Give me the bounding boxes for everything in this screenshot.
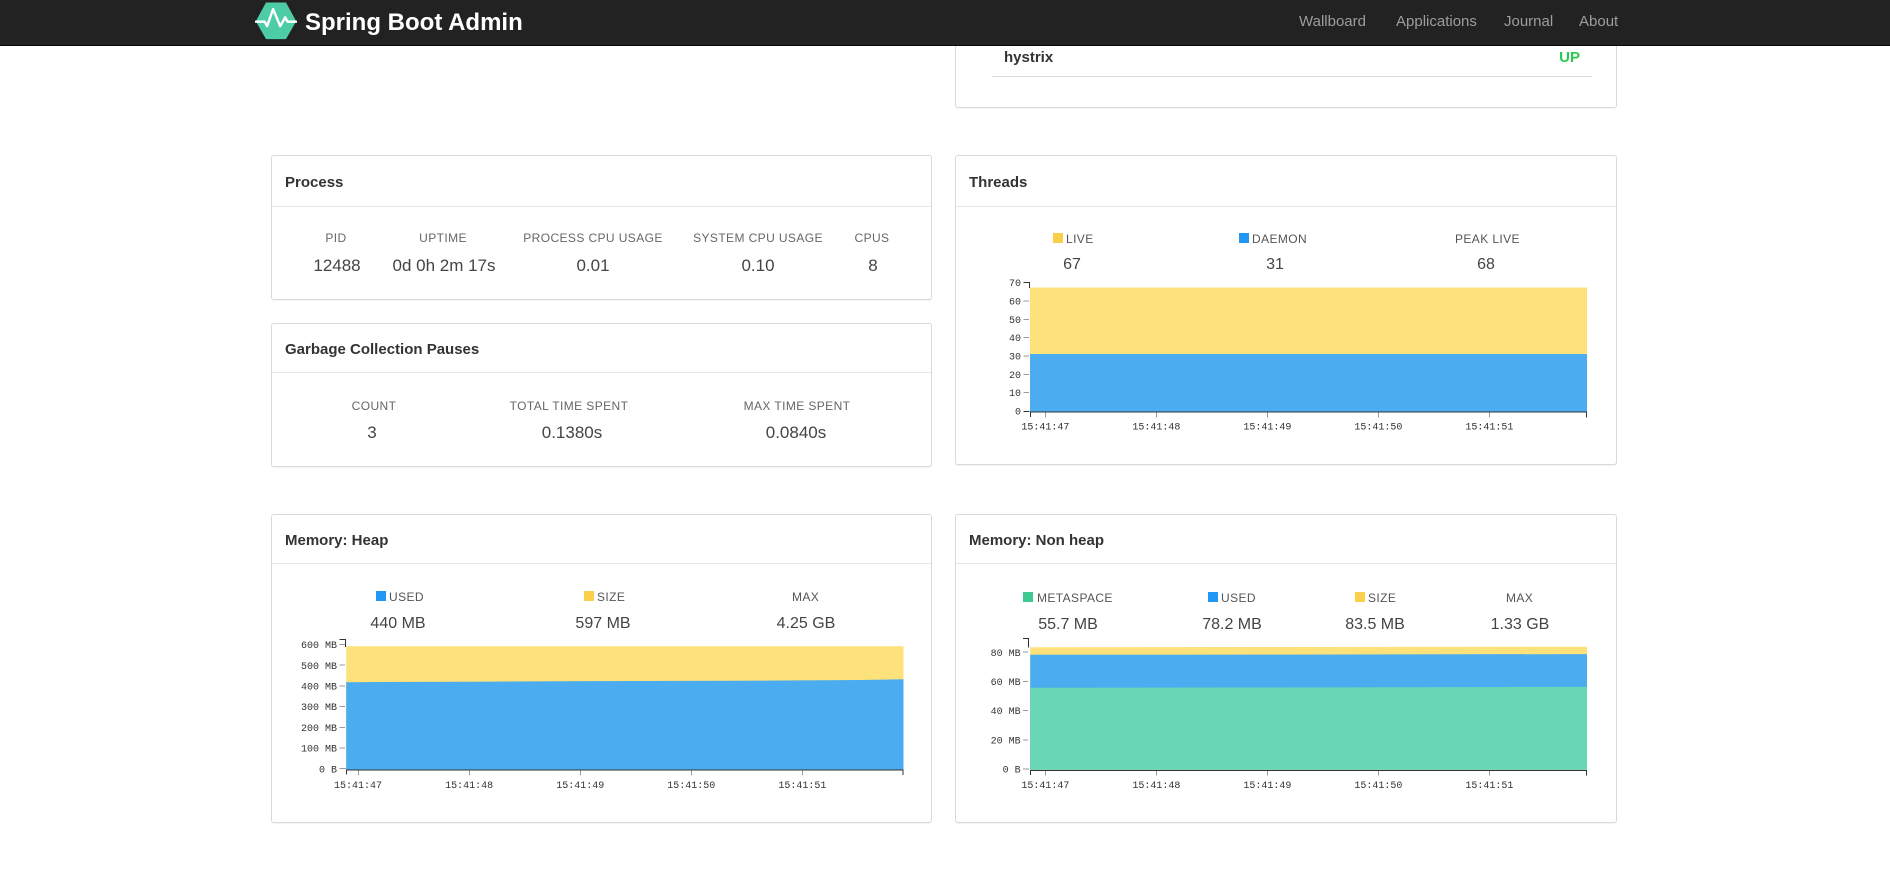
svg-text:300 MB: 300 MB — [301, 703, 337, 714]
svg-text:100 MB: 100 MB — [301, 745, 337, 756]
svg-text:60 MB: 60 MB — [991, 678, 1021, 689]
svg-text:15:41:50: 15:41:50 — [667, 781, 715, 792]
svg-text:30: 30 — [1009, 352, 1021, 363]
svg-text:400 MB: 400 MB — [301, 683, 337, 694]
svg-text:40: 40 — [1009, 334, 1021, 345]
svg-text:50: 50 — [1009, 316, 1021, 327]
svg-text:15:41:47: 15:41:47 — [1021, 781, 1069, 792]
svg-text:20 MB: 20 MB — [991, 736, 1021, 747]
svg-text:15:41:49: 15:41:49 — [556, 781, 604, 792]
svg-text:500 MB: 500 MB — [301, 662, 337, 673]
svg-text:15:41:49: 15:41:49 — [1243, 423, 1291, 434]
svg-text:15:41:50: 15:41:50 — [1354, 781, 1402, 792]
svg-text:15:41:47: 15:41:47 — [1021, 423, 1069, 434]
svg-text:15:41:49: 15:41:49 — [1243, 781, 1291, 792]
svg-text:0 B: 0 B — [1003, 766, 1021, 777]
svg-text:15:41:48: 15:41:48 — [445, 781, 493, 792]
svg-text:0 B: 0 B — [319, 765, 337, 776]
svg-text:15:41:48: 15:41:48 — [1132, 781, 1180, 792]
svg-text:20: 20 — [1009, 371, 1021, 382]
svg-text:15:41:47: 15:41:47 — [334, 781, 382, 792]
svg-text:200 MB: 200 MB — [301, 724, 337, 735]
svg-text:0: 0 — [1015, 407, 1021, 418]
svg-text:600 MB: 600 MB — [301, 641, 337, 652]
svg-text:15:41:48: 15:41:48 — [1132, 423, 1180, 434]
svg-text:10: 10 — [1009, 389, 1021, 400]
svg-text:70: 70 — [1009, 279, 1021, 290]
svg-text:15:41:50: 15:41:50 — [1354, 423, 1402, 434]
svg-text:15:41:51: 15:41:51 — [778, 781, 826, 792]
svg-text:60: 60 — [1009, 297, 1021, 308]
svg-text:15:41:51: 15:41:51 — [1465, 781, 1513, 792]
svg-text:80 MB: 80 MB — [991, 649, 1021, 660]
svg-text:15:41:51: 15:41:51 — [1465, 423, 1513, 434]
svg-text:40 MB: 40 MB — [991, 707, 1021, 718]
